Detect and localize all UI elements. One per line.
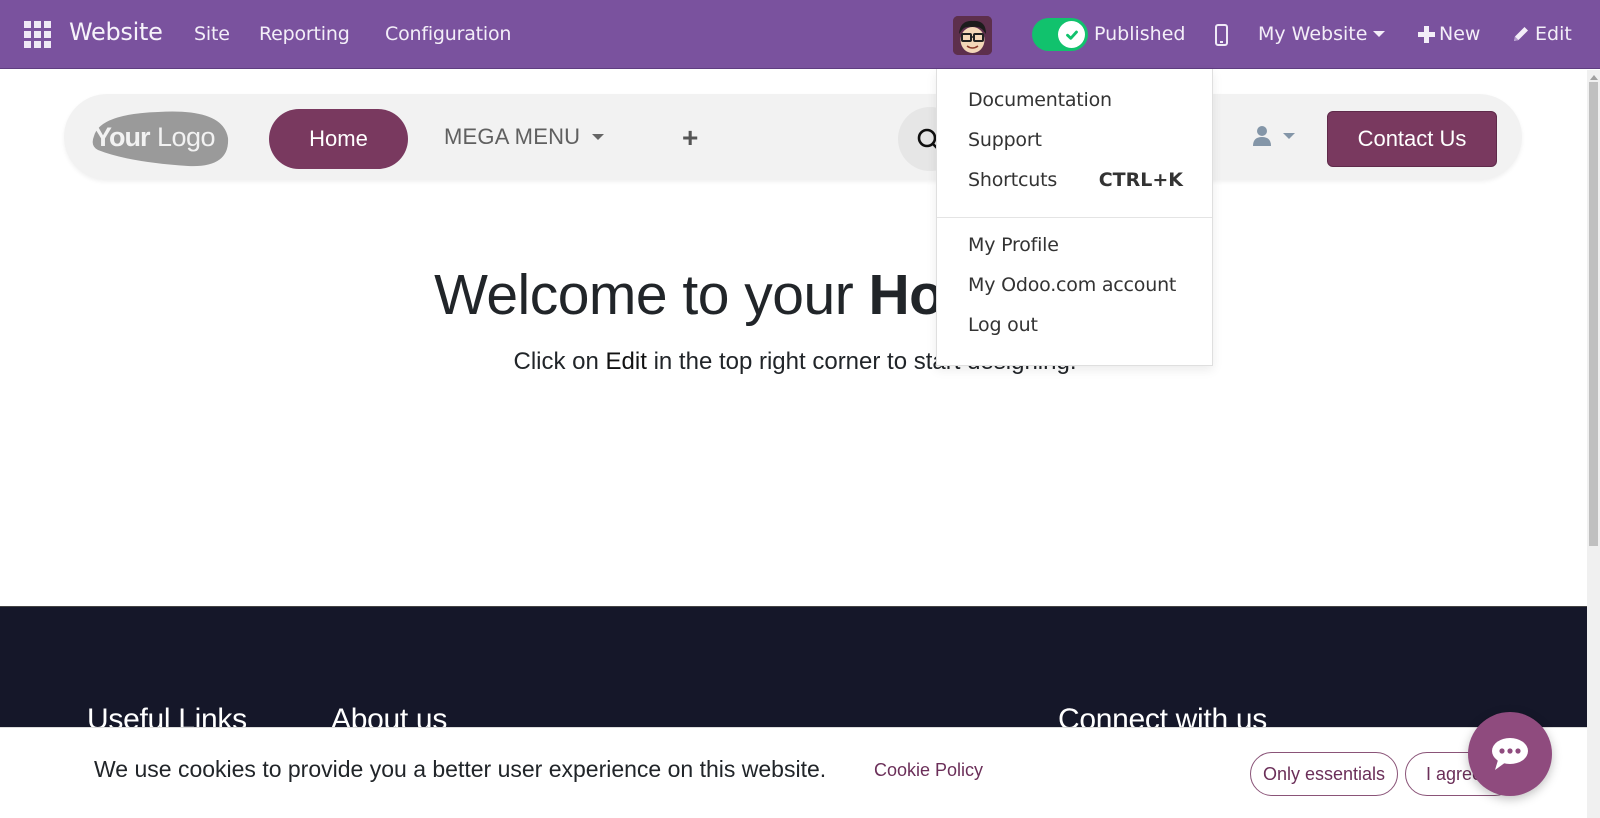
menu-item-odoo-account[interactable]: My Odoo.com account bbox=[968, 274, 1176, 296]
app-title: Website bbox=[69, 18, 163, 46]
menu-reporting[interactable]: Reporting bbox=[259, 23, 350, 45]
website-selector-label: My Website bbox=[1258, 23, 1368, 45]
chat-bubble-icon bbox=[1492, 738, 1528, 770]
check-icon bbox=[1058, 21, 1085, 48]
only-essentials-button[interactable]: Only essentials bbox=[1250, 752, 1398, 796]
edit-button[interactable]: Edit bbox=[1512, 23, 1572, 45]
menu-item-log-out[interactable]: Log out bbox=[968, 314, 1038, 336]
page-scrollbar[interactable] bbox=[1587, 70, 1600, 818]
user-icon bbox=[1253, 126, 1271, 146]
hero-title-prefix: Welcome to your bbox=[434, 263, 869, 327]
svg-text:Logo: Logo bbox=[157, 122, 215, 152]
menu-item-documentation[interactable]: Documentation bbox=[968, 89, 1112, 111]
nav-mega-menu[interactable]: MEGA MENU bbox=[444, 124, 605, 150]
published-toggle[interactable] bbox=[1032, 18, 1088, 51]
hero-subtitle-prefix: Click on bbox=[513, 348, 606, 375]
caret-down-icon bbox=[592, 134, 605, 140]
mega-menu-label: MEGA MENU bbox=[444, 124, 581, 149]
scroll-up-arrow-icon[interactable] bbox=[1590, 75, 1598, 80]
live-chat-button[interactable] bbox=[1468, 712, 1552, 796]
cookie-policy-link[interactable]: Cookie Policy bbox=[874, 760, 983, 781]
menu-item-shortcuts[interactable]: Shortcuts bbox=[968, 169, 1057, 191]
avatar-face-icon bbox=[953, 16, 992, 55]
site-footer: Useful Links About us Connect with us bbox=[0, 606, 1587, 746]
published-label: Published bbox=[1094, 23, 1186, 45]
menu-configuration[interactable]: Configuration bbox=[385, 23, 511, 45]
scroll-thumb[interactable] bbox=[1589, 82, 1598, 546]
logo-icon: Your Logo bbox=[92, 111, 229, 167]
pencil-icon bbox=[1514, 27, 1528, 41]
nav-home[interactable]: Home bbox=[269, 109, 408, 169]
edit-button-label: Edit bbox=[1535, 23, 1572, 45]
admin-navbar: Website Site Reporting Configuration Pub… bbox=[0, 0, 1600, 69]
add-menu-item-button[interactable]: + bbox=[682, 122, 698, 154]
menu-divider bbox=[937, 217, 1212, 218]
caret-down-icon bbox=[1283, 133, 1295, 139]
user-dropdown-menu: Documentation Support Shortcuts CTRL+K M… bbox=[936, 69, 1213, 366]
mobile-preview-icon[interactable] bbox=[1215, 24, 1228, 46]
caret-down-icon bbox=[1373, 31, 1386, 37]
cookie-message: We use cookies to provide you a better u… bbox=[94, 756, 827, 782]
website-selector[interactable]: My Website bbox=[1258, 23, 1386, 45]
site-logo[interactable]: Your Logo bbox=[88, 106, 233, 170]
menu-site[interactable]: Site bbox=[194, 23, 230, 45]
user-avatar[interactable] bbox=[953, 16, 992, 55]
hero-title: Welcome to your Homepage bbox=[0, 262, 1590, 328]
menu-item-my-profile[interactable]: My Profile bbox=[968, 234, 1059, 256]
account-menu[interactable] bbox=[1253, 125, 1295, 147]
hero-subtitle: Click on Edit in the top right corner to… bbox=[0, 348, 1590, 376]
new-button-label: New bbox=[1439, 23, 1481, 45]
new-button[interactable]: New bbox=[1418, 23, 1480, 45]
menu-item-support[interactable]: Support bbox=[968, 129, 1042, 151]
shortcut-hint: CTRL+K bbox=[1098, 169, 1183, 191]
plus-icon bbox=[1418, 25, 1435, 43]
apps-menu-icon[interactable] bbox=[24, 21, 51, 48]
contact-us-button[interactable]: Contact Us bbox=[1327, 111, 1497, 167]
hero-subtitle-edit: Edit bbox=[605, 348, 647, 375]
svg-text:Your: Your bbox=[94, 122, 151, 152]
cookie-consent-bar: We use cookies to provide you a better u… bbox=[0, 727, 1587, 818]
